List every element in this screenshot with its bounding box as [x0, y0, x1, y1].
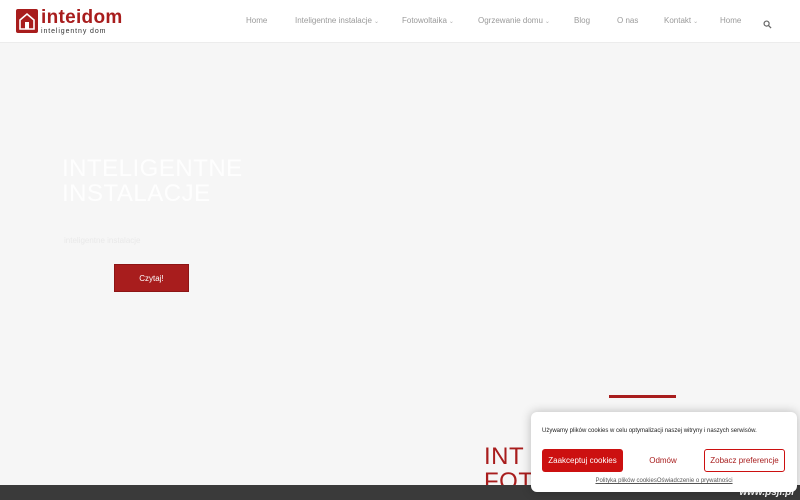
- site-header: inteidom inteligentny dom Home Inteligen…: [0, 0, 800, 43]
- hero-subtitle: inteligentne instalacje: [64, 236, 141, 245]
- section-divider: [609, 395, 676, 398]
- search-icon[interactable]: [763, 16, 772, 34]
- section-title-line: INT: [484, 443, 525, 470]
- cookie-banner: Używamy plików cookies w celu optymaliza…: [531, 412, 797, 492]
- nav-label: Kontakt: [664, 16, 692, 25]
- nav-fotowoltaika[interactable]: Fotowoltaika ⌄: [402, 16, 454, 25]
- hero-title: INTELIGENTNE INSTALACJE: [62, 156, 243, 206]
- nav-blog[interactable]: Blog: [574, 16, 590, 25]
- cookie-policy-link[interactable]: Polityka plików cookies: [595, 478, 656, 484]
- preferences-button[interactable]: Zobacz preferencje: [704, 449, 785, 472]
- nav-home-2[interactable]: Home: [720, 16, 741, 25]
- nav-home[interactable]: Home: [246, 16, 267, 25]
- hero-title-line: INSTALACJE: [62, 180, 211, 207]
- nav-ogrzewanie-domu[interactable]: Ogrzewanie domu ⌄: [478, 16, 550, 25]
- nav-kontakt[interactable]: Kontakt ⌄: [664, 16, 698, 25]
- main-nav: Home Inteligentne instalacje ⌄ Fotowoltai…: [0, 0, 800, 43]
- cookie-links: Polityka plików cookiesOświadczenie o pr…: [531, 478, 797, 484]
- deny-cookies-button[interactable]: Odmów: [643, 449, 683, 472]
- nav-inteligentne-instalacje[interactable]: Inteligentne instalacje ⌄: [295, 16, 379, 25]
- nav-label: Home: [720, 16, 742, 25]
- chevron-down-icon: ⌄: [693, 19, 699, 25]
- nav-label: O nas: [617, 16, 639, 25]
- privacy-statement-link[interactable]: Oświadczenie o prywatności: [657, 478, 733, 484]
- hero-title-line: INTELIGENTNE: [62, 155, 243, 182]
- nav-label: Home: [246, 16, 268, 25]
- accept-cookies-button[interactable]: Zaakceptuj cookies: [542, 449, 623, 472]
- nav-label: Blog: [574, 16, 591, 25]
- nav-o-nas[interactable]: O nas: [617, 16, 638, 25]
- chevron-down-icon: ⌄: [448, 19, 454, 25]
- chevron-down-icon: ⌄: [544, 19, 550, 25]
- cookie-message: Używamy plików cookies w celu optymaliza…: [542, 428, 757, 434]
- nav-label: Fotowoltaika: [402, 16, 447, 25]
- nav-label: Inteligentne instalacje: [295, 16, 372, 25]
- chevron-down-icon: ⌄: [373, 19, 379, 25]
- read-more-button[interactable]: Czytaj!: [114, 264, 189, 292]
- nav-label: Ogrzewanie domu: [478, 16, 543, 25]
